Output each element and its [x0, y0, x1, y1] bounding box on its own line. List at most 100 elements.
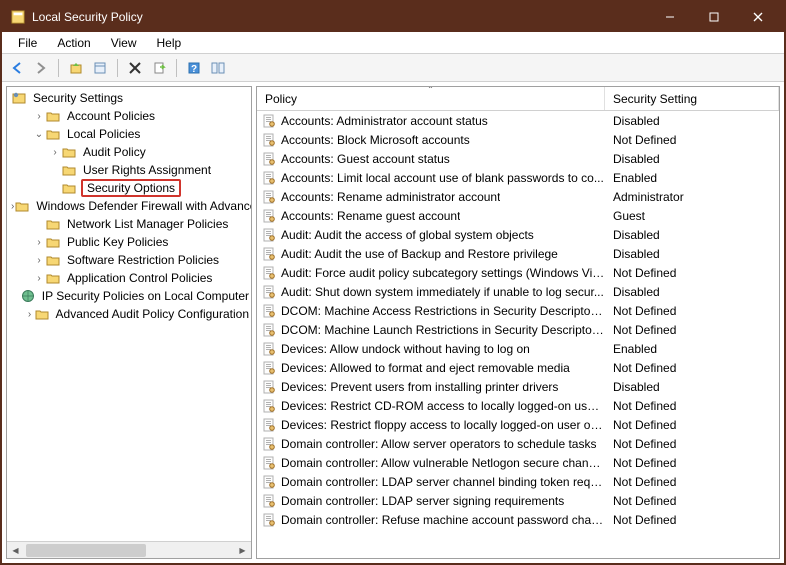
- tree-item[interactable]: ›Audit Policy: [7, 143, 251, 161]
- app-icon: [10, 9, 26, 25]
- policy-row[interactable]: Devices: Prevent users from installing p…: [257, 377, 779, 396]
- help-button[interactable]: ?: [183, 57, 205, 79]
- policy-row[interactable]: DCOM: Machine Launch Restrictions in Sec…: [257, 320, 779, 339]
- policy-cell: Domain controller: Refuse machine accoun…: [257, 512, 605, 528]
- menu-help[interactable]: Help: [147, 34, 192, 52]
- tree-expand-icon[interactable]: ›: [33, 273, 45, 284]
- policy-row[interactable]: Domain controller: LDAP server channel b…: [257, 472, 779, 491]
- show-hide-button[interactable]: [207, 57, 229, 79]
- toolbar: ?: [2, 54, 784, 82]
- tree-expand-icon[interactable]: ›: [26, 309, 34, 320]
- export-button[interactable]: [148, 57, 170, 79]
- policy-name: Audit: Force audit policy subcategory se…: [281, 266, 605, 280]
- policy-row[interactable]: Devices: Allowed to format and eject rem…: [257, 358, 779, 377]
- up-button[interactable]: [65, 57, 87, 79]
- policy-row[interactable]: Accounts: Limit local account use of bla…: [257, 168, 779, 187]
- tree-expand-icon[interactable]: ›: [49, 147, 61, 158]
- tree-item[interactable]: ›Account Policies: [7, 107, 251, 125]
- tree-expand-icon[interactable]: ›: [33, 111, 45, 122]
- folder-icon: [45, 234, 61, 250]
- policy-row[interactable]: Audit: Audit the use of Backup and Resto…: [257, 244, 779, 263]
- policy-row[interactable]: Accounts: Rename administrator accountAd…: [257, 187, 779, 206]
- policy-cell: Audit: Audit the access of global system…: [257, 227, 605, 243]
- tree-item-label: IP Security Policies on Local Computer: [40, 289, 251, 303]
- policy-row[interactable]: Accounts: Block Microsoft accountsNot De…: [257, 130, 779, 149]
- tree-item[interactable]: Security Options: [7, 179, 251, 197]
- content-area: Security Settings ›Account Policies⌄Loca…: [2, 82, 784, 563]
- close-button[interactable]: [736, 3, 780, 31]
- tree-item[interactable]: ›Application Control Policies: [7, 269, 251, 287]
- column-header-policy[interactable]: Policy ⌃: [257, 87, 605, 110]
- tree-item[interactable]: ›Windows Defender Firewall with Advanced…: [7, 197, 251, 215]
- setting-cell: Disabled: [605, 285, 779, 299]
- policy-name: Domain controller: Allow server operator…: [281, 437, 596, 451]
- policy-row[interactable]: DCOM: Machine Access Restrictions in Sec…: [257, 301, 779, 320]
- scroll-left-arrow[interactable]: ◀: [7, 542, 24, 559]
- tree-item-label: Public Key Policies: [65, 235, 170, 249]
- tree-item[interactable]: › Advanced Audit Policy Configuration: [7, 305, 251, 323]
- menu-file[interactable]: File: [8, 34, 47, 52]
- menu-view[interactable]: View: [101, 34, 147, 52]
- list-body[interactable]: Accounts: Administrator account status Di…: [257, 111, 779, 558]
- policy-row[interactable]: Accounts: Administrator account statusDi…: [257, 111, 779, 130]
- policy-icon: [261, 417, 277, 433]
- column-header-setting[interactable]: Security Setting: [605, 87, 779, 110]
- policy-icon: [261, 474, 277, 490]
- tree-item[interactable]: ›Software Restriction Policies: [7, 251, 251, 269]
- menu-action[interactable]: Action: [47, 34, 100, 52]
- window-controls: [648, 3, 780, 31]
- tree-expand-icon[interactable]: ›: [33, 255, 45, 266]
- tree-item[interactable]: Network List Manager Policies: [7, 215, 251, 233]
- policy-name: Audit: Audit the use of Backup and Resto…: [281, 247, 558, 261]
- tree-horizontal-scrollbar[interactable]: ◀ ▶: [7, 541, 251, 558]
- policy-row[interactable]: Audit: Shut down system immediately if u…: [257, 282, 779, 301]
- back-button[interactable]: [6, 57, 28, 79]
- policy-cell: Devices: Allowed to format and eject rem…: [257, 360, 605, 376]
- setting-cell: Guest: [605, 209, 779, 223]
- policy-row[interactable]: Audit: Force audit policy subcategory se…: [257, 263, 779, 282]
- policy-row[interactable]: Domain controller: Allow server operator…: [257, 434, 779, 453]
- tree-item[interactable]: User Rights Assignment: [7, 161, 251, 179]
- tree-item[interactable]: ⌄Local Policies: [7, 125, 251, 143]
- tree-expand-icon[interactable]: ›: [33, 237, 45, 248]
- policy-row[interactable]: Domain controller: Refuse machine accoun…: [257, 510, 779, 529]
- policy-cell: Domain controller: LDAP server signing r…: [257, 493, 605, 509]
- policy-row[interactable]: Devices: Allow undock without having to …: [257, 339, 779, 358]
- delete-button[interactable]: [124, 57, 146, 79]
- tree-view[interactable]: Security Settings ›Account Policies⌄Loca…: [7, 87, 251, 541]
- policy-row[interactable]: Domain controller: Allow vulnerable Netl…: [257, 453, 779, 472]
- policy-row[interactable]: Devices: Restrict floppy access to local…: [257, 415, 779, 434]
- tree-root[interactable]: Security Settings: [7, 89, 251, 107]
- policy-row[interactable]: Accounts: Guest account statusDisabled: [257, 149, 779, 168]
- minimize-button[interactable]: [648, 3, 692, 31]
- sort-indicator-icon: ⌃: [427, 86, 434, 94]
- tree-item[interactable]: › Public Key Policies: [7, 233, 251, 251]
- forward-button[interactable]: [30, 57, 52, 79]
- policy-cell: Accounts: Limit local account use of bla…: [257, 170, 605, 186]
- policy-icon: [261, 512, 277, 528]
- maximize-button[interactable]: [692, 3, 736, 31]
- policy-row[interactable]: Devices: Restrict CD-ROM access to local…: [257, 396, 779, 415]
- scroll-right-arrow[interactable]: ▶: [234, 542, 251, 559]
- policy-cell: Accounts: Block Microsoft accounts: [257, 132, 605, 148]
- policy-icon: [261, 379, 277, 395]
- policy-cell: Devices: Restrict floppy access to local…: [257, 417, 605, 433]
- policy-icon: [261, 189, 277, 205]
- policy-row[interactable]: Audit: Audit the access of global system…: [257, 225, 779, 244]
- policy-cell: Accounts: Administrator account status: [257, 113, 605, 129]
- scroll-track[interactable]: [24, 544, 234, 557]
- scroll-thumb[interactable]: [26, 544, 146, 557]
- properties-button[interactable]: [89, 57, 111, 79]
- policy-name: Domain controller: LDAP server channel b…: [281, 475, 605, 489]
- policy-cell: Audit: Audit the use of Backup and Resto…: [257, 246, 605, 262]
- policy-cell: Domain controller: LDAP server channel b…: [257, 474, 605, 490]
- policy-cell: Accounts: Rename administrator account: [257, 189, 605, 205]
- policy-row[interactable]: Domain controller: LDAP server signing r…: [257, 491, 779, 510]
- policy-name: Accounts: Administrator account status: [281, 114, 488, 128]
- tree-item-label: Advanced Audit Policy Configuration: [54, 307, 251, 321]
- tree-expand-icon[interactable]: ⌄: [33, 129, 45, 140]
- policy-row[interactable]: Accounts: Rename guest accountGuest: [257, 206, 779, 225]
- policy-name: Devices: Prevent users from installing p…: [281, 380, 558, 394]
- tree-item[interactable]: IP Security Policies on Local Computer: [7, 287, 251, 305]
- tree-root-label: Security Settings: [31, 91, 125, 105]
